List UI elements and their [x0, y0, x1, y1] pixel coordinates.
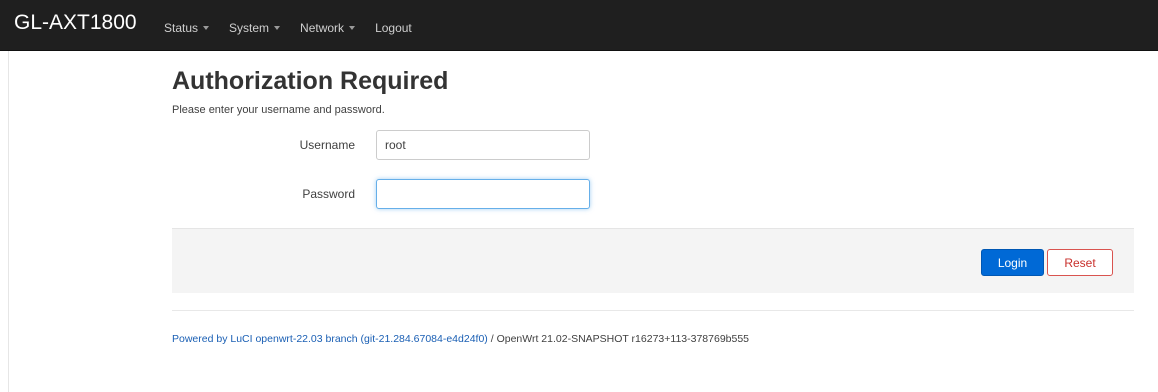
brand-title[interactable]: GL-AXT1800 — [14, 11, 137, 35]
chevron-down-icon — [274, 26, 281, 30]
login-button[interactable]: Login — [981, 249, 1044, 276]
menu-system[interactable]: System — [229, 21, 281, 35]
page-left-border — [8, 51, 9, 392]
footer-divider — [172, 310, 1134, 311]
chevron-down-icon — [203, 26, 210, 30]
openwrt-version: OpenWrt 21.02-SNAPSHOT r16273+113-378769… — [496, 333, 750, 345]
password-label: Password — [302, 187, 355, 201]
menu-status-label: Status — [164, 21, 199, 35]
menu-system-label: System — [229, 21, 270, 35]
reset-button[interactable]: Reset — [1047, 249, 1113, 276]
page-footer: Powered by LuCI openwrt-22.03 branch (gi… — [172, 333, 749, 345]
menu-network-label: Network — [300, 21, 345, 35]
form-actions: Login Reset — [172, 228, 1134, 293]
menu-status[interactable]: Status — [164, 21, 210, 35]
username-label: Username — [299, 138, 355, 152]
footer-separator: / — [487, 333, 497, 345]
main-menu: Status System Network Logout — [164, 0, 432, 50]
password-input[interactable] — [376, 179, 590, 209]
page-title: Authorization Required — [172, 67, 449, 95]
username-input[interactable] — [376, 130, 590, 160]
luci-version-link[interactable]: Powered by LuCI openwrt-22.03 branch (gi… — [172, 333, 488, 345]
menu-logout-label: Logout — [375, 21, 412, 35]
top-navbar: GL-AXT1800 Status System Network Logout — [0, 0, 1158, 51]
chevron-down-icon — [349, 26, 356, 30]
menu-network[interactable]: Network — [300, 21, 356, 35]
login-instructions: Please enter your username and password. — [172, 104, 385, 116]
menu-logout[interactable]: Logout — [375, 21, 412, 35]
